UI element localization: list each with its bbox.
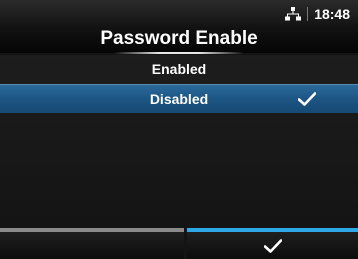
option-enabled[interactable]: Enabled: [0, 55, 358, 85]
title-underline: [114, 52, 244, 54]
back-button[interactable]: [0, 228, 184, 259]
network-icon: [285, 7, 302, 21]
option-enabled-label: Enabled: [151, 61, 207, 77]
status-bar: 18:48: [285, 5, 350, 23]
signal-separator-icon: [307, 7, 309, 21]
options-list: Enabled Disabled: [0, 55, 358, 228]
option-disabled[interactable]: Disabled: [0, 84, 358, 113]
confirm-button[interactable]: [187, 228, 358, 259]
clock-time: 18:48: [314, 6, 350, 22]
check-icon: [298, 92, 316, 106]
page-title: Password Enable: [100, 28, 258, 49]
footer-bar: [0, 228, 358, 259]
header-bar: 18:48 Password Enable: [0, 0, 358, 54]
confirm-check-icon: [264, 239, 282, 253]
